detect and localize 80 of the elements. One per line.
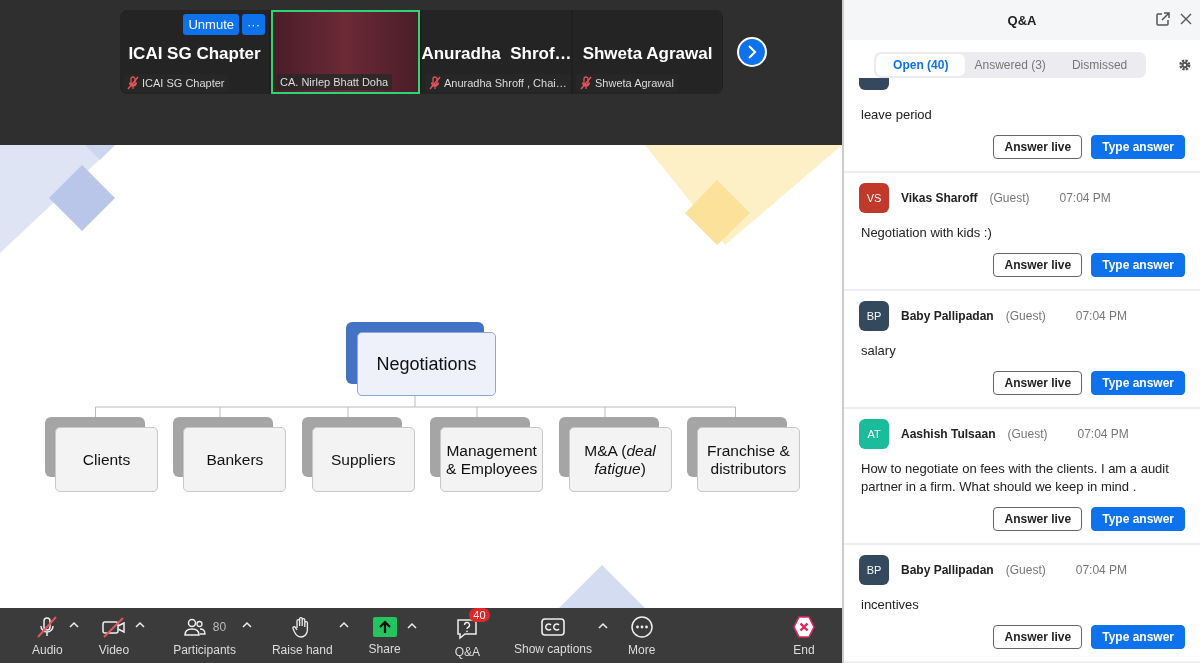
type-answer-button[interactable]: Type answer [1091,252,1185,277]
question-time: 07:04 PM [1059,190,1111,205]
type-answer-button[interactable]: Type answer [1091,370,1185,395]
toolbar-button[interactable]: Raise hand [265,610,339,661]
author-role: (Guest) [1007,426,1048,441]
question-text: How to negotiate on fees with the clients. I am a audit partner in a firm. What should we keep in mind . [861,459,1170,497]
answer-live-button[interactable]: Answer live [993,370,1083,395]
filter-tab[interactable]: Answered (3) [965,54,1055,76]
author-role: (Guest) [1005,563,1046,578]
diagram-node: Negotiations [357,332,496,396]
question-text: Negotiation with kids :) [861,223,993,242]
next-page-button[interactable] [737,37,767,67]
question-time: 07:04 PM [1075,308,1128,323]
answer-live-button[interactable]: Answer live [993,625,1083,650]
author-name: Vikas Sharoff [901,190,978,205]
diagram-node: Suppliers [311,427,415,492]
diagram-node: Bankers [183,427,287,492]
captions-icon [540,615,566,638]
question-text: salary [861,341,897,360]
answer-live-button[interactable]: Answer live [993,507,1083,532]
type-answer-button[interactable]: Type answer [1091,625,1185,650]
question-text: incentives [861,596,920,615]
answer-live-button[interactable]: Answer live [993,252,1083,277]
toolbar-button[interactable]: More [622,610,662,661]
unmute-button[interactable]: Unmute [183,14,239,35]
author-name: Aashish Tulsaan [901,426,996,441]
diagram-node: Franchise & distributors [696,427,800,492]
caret-up-icon[interactable] [598,621,609,629]
author-name: Baby Pallipadan [901,563,994,578]
participant-label-text: CA. Nirlep Bhatt Doha [280,76,389,88]
settings-icon[interactable] [1178,58,1192,72]
type-answer-button[interactable]: Type answer [1091,134,1185,159]
end-button[interactable]: End [786,610,822,661]
author-name: Baby Pallipadan [901,308,994,323]
participant-count: 80 [212,619,227,634]
caret-up-icon[interactable] [241,620,252,628]
filter-tab[interactable]: Open (40) [876,54,966,76]
close-icon[interactable] [1180,12,1192,27]
caret-up-icon[interactable] [135,620,146,628]
share-icon [371,615,398,638]
caret-up-icon[interactable] [68,620,79,628]
question-text: leave period [861,106,933,124]
question-bubble-icon [455,617,480,641]
notification-badge: 40 [469,608,490,622]
more-icon [629,614,654,639]
camera-icon [100,614,127,639]
toolbar-button[interactable]: Audio [26,610,69,661]
participant-name: ICAI SG Chapter [128,44,261,64]
caret-up-icon[interactable] [406,621,417,629]
participant-name: Anuradha Shrof… [421,44,572,64]
diagram-node: M&A (deal fatigue) [568,427,672,492]
avatar: BP [859,555,889,586]
toolbar-button[interactable]: Share [362,611,407,660]
question-time: 07:04 PM [1075,563,1128,578]
more-options-button[interactable]: ··· [242,14,265,35]
participant-label-text: ICAI SG Chapter [142,77,225,89]
type-answer-button[interactable]: Type answer [1091,507,1185,532]
panel-title: Q&A [1007,12,1037,28]
question-time: 07:04 PM [1077,426,1129,441]
avatar: VS [859,182,889,213]
toolbar-button[interactable]: 80 Participants [167,610,242,661]
toolbar-button[interactable]: Show captions [508,611,599,660]
caret-up-icon[interactable] [338,620,349,628]
pop-out-icon[interactable] [1155,12,1170,27]
toolbar-button[interactable]: Video [92,610,136,661]
toolbar-button[interactable]: 40 Q&A [440,608,494,663]
microphone-icon [35,614,60,639]
author-role: (Guest) [1005,308,1046,323]
end-icon [792,614,816,639]
diagram-node: Management & Employees [440,427,544,492]
answer-live-button[interactable]: Answer live [993,134,1083,159]
participant-name: Shweta Agrawal [582,44,713,64]
chevron-right-icon [746,45,758,59]
avatar: AT [859,418,889,449]
diagram-node: Clients [55,427,158,492]
author-role: (Guest) [989,190,1030,205]
avatar: BP [859,300,889,331]
participant-label-text: Anuradha Shroff , Chai… [444,77,567,89]
filter-tab[interactable]: Dismissed [1054,54,1145,76]
participant-label-text: Shweta Agrawal [595,77,674,89]
